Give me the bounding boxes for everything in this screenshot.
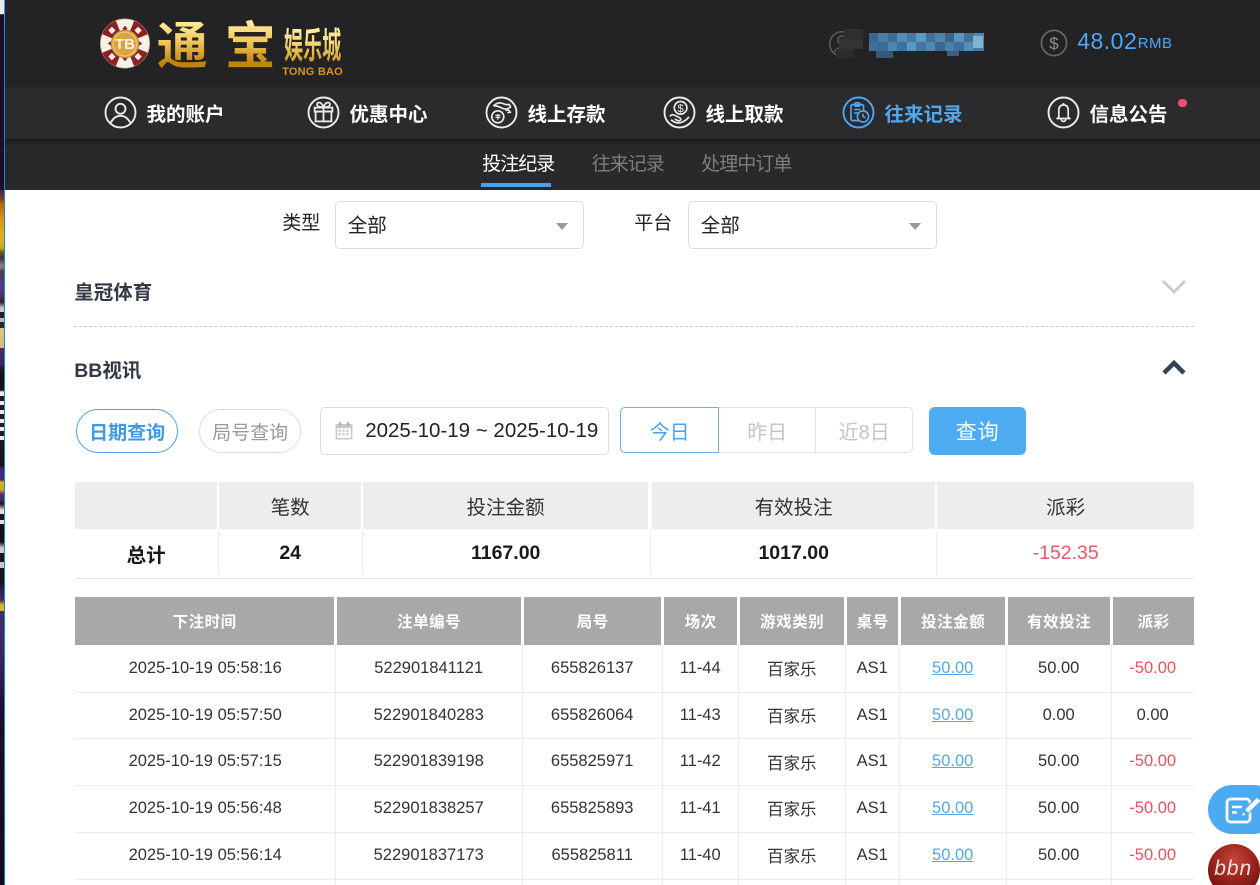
svg-text:$: $ [678, 103, 684, 115]
svg-text:$: $ [1049, 34, 1059, 53]
svg-text:TB: TB [115, 36, 135, 53]
